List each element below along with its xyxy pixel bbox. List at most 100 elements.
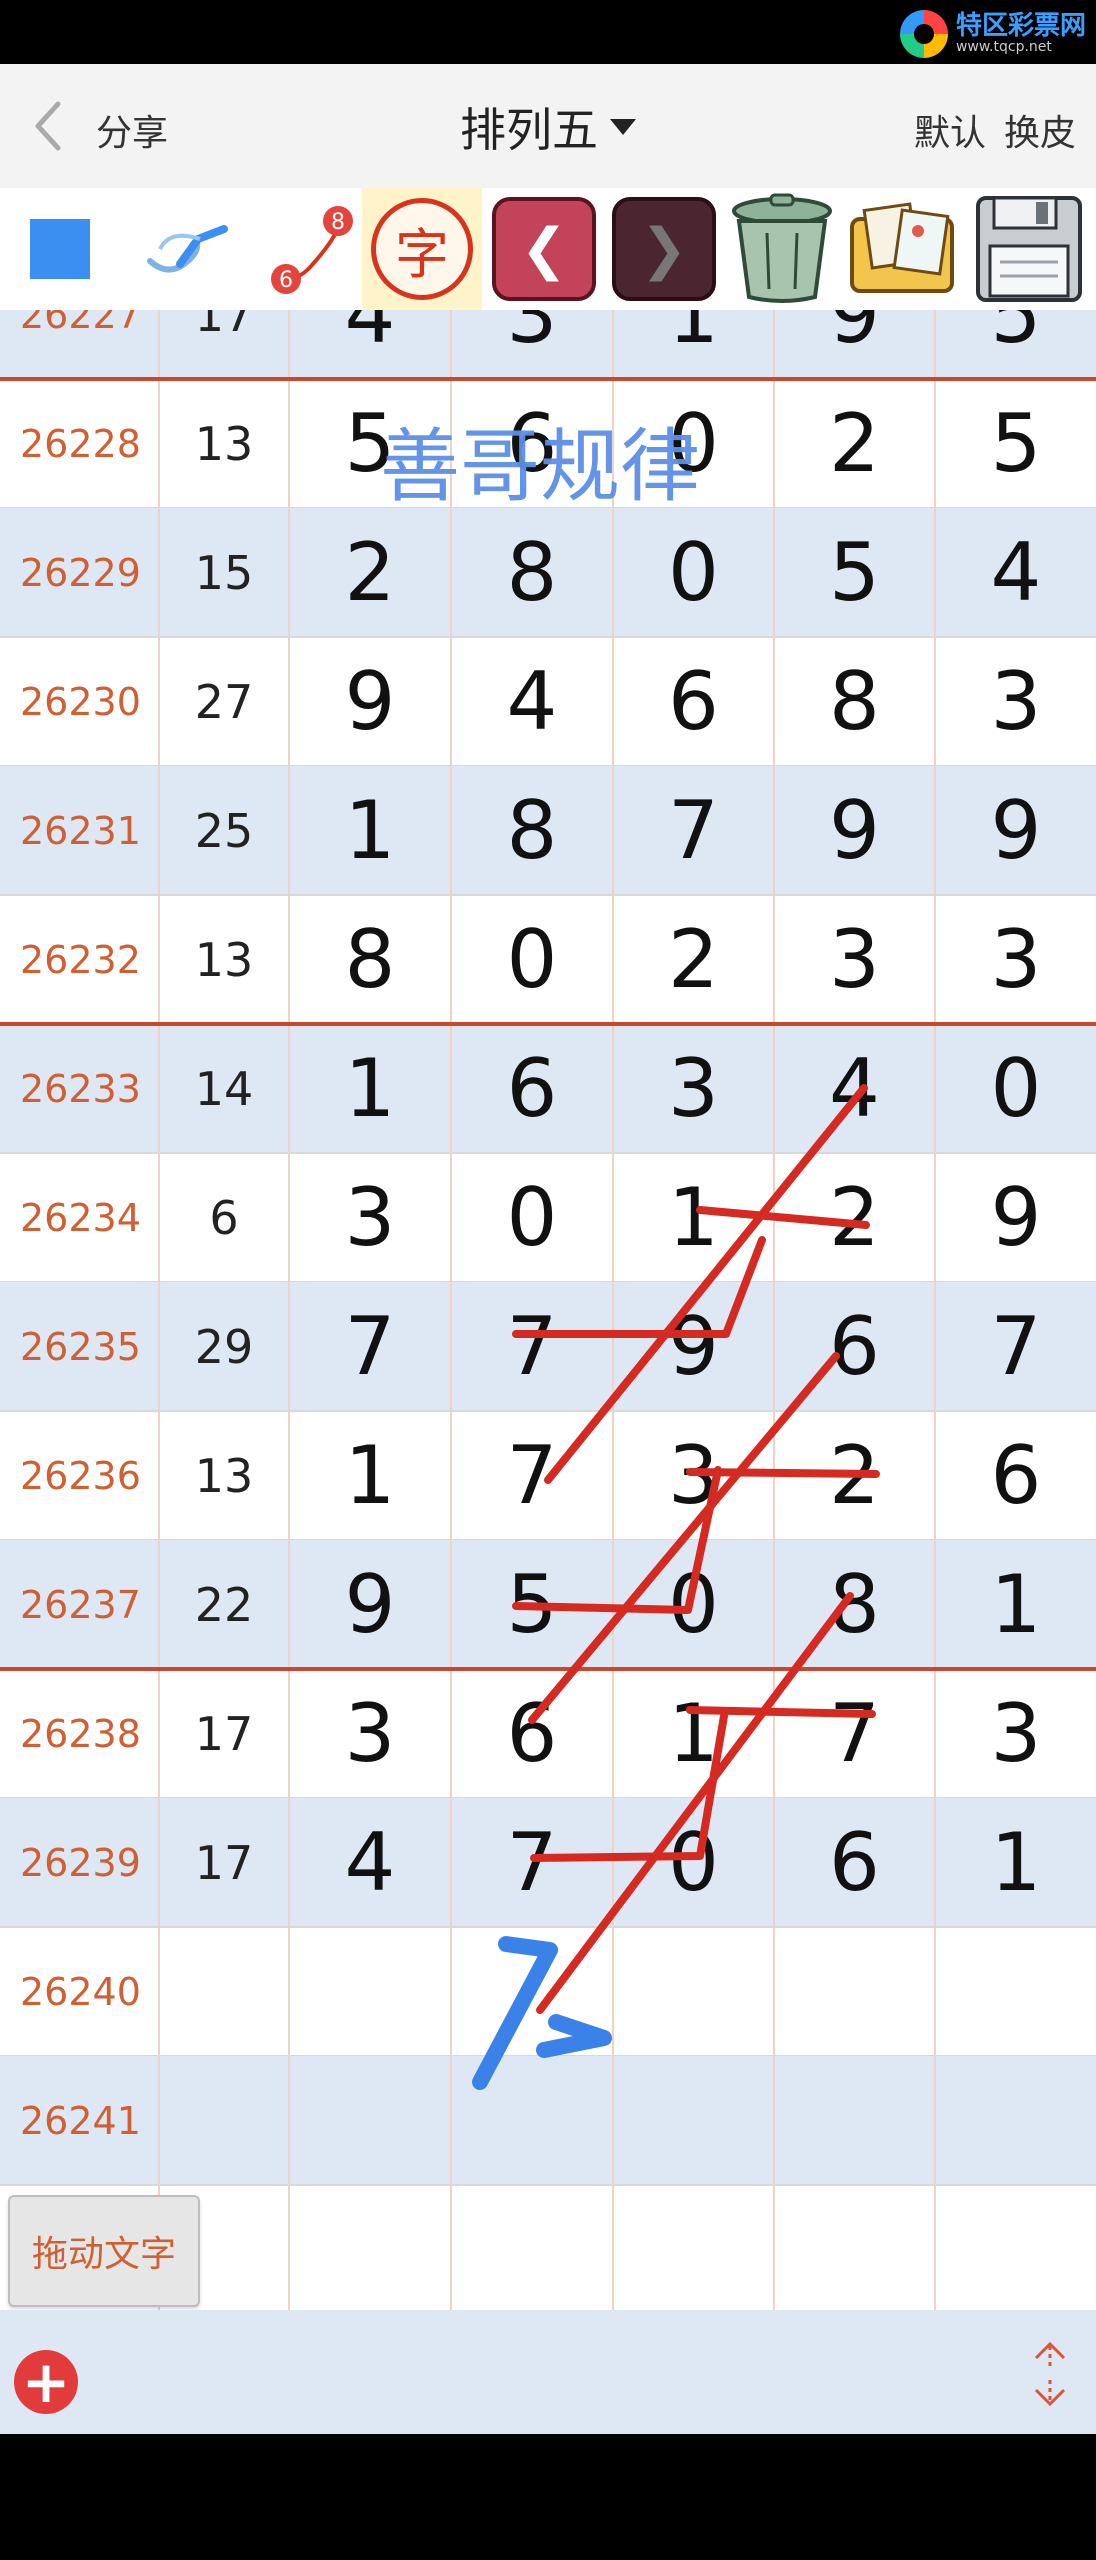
digit-cell-position-2[interactable]	[452, 2056, 614, 2185]
digit-cell-position-1[interactable]	[290, 2056, 452, 2185]
digit-cell-position-5[interactable]: 3	[936, 637, 1096, 766]
digit-cell-position-1[interactable]: 1	[290, 766, 452, 895]
digit-cell-position-4[interactable]: 4	[775, 1024, 936, 1153]
digit-cell-position-5[interactable]: 6	[936, 1411, 1096, 1540]
digit-cell-position-4[interactable]: 9	[775, 310, 936, 379]
digit-cell-position-3[interactable]: 1	[614, 1669, 775, 1798]
digit-cell-position-1[interactable]: 3	[290, 1669, 452, 1798]
digit-cell-position-4[interactable]: 2	[775, 1411, 936, 1540]
digit-cell-position-1[interactable]: 2	[290, 508, 452, 637]
digit-cell-position-1[interactable]: 4	[290, 310, 452, 379]
digit-sum-cell: 27	[160, 637, 290, 766]
digit-cell-position-3[interactable]: 6	[614, 637, 775, 766]
issue-number-cell: 26228	[0, 379, 160, 508]
digit-cell-position-1[interactable]: 1	[290, 1411, 452, 1540]
digit-cell-position-4[interactable]: 7	[775, 1669, 936, 1798]
digit-sum-cell	[160, 2056, 290, 2185]
digit-cell-position-5[interactable]: 3	[936, 1669, 1096, 1798]
digit-cell-position-4[interactable]: 6	[775, 1282, 936, 1411]
digit-cell-position-2[interactable]	[452, 2185, 614, 2310]
digit-cell-position-1[interactable]: 4	[290, 1798, 452, 1927]
digit-cell-position-1[interactable]	[290, 1927, 452, 2056]
digit-cell-position-2[interactable]: 5	[452, 1540, 614, 1669]
drag-text-button[interactable]: 拖动文字	[8, 2195, 200, 2307]
digit-cell-position-3[interactable]: 3	[614, 1411, 775, 1540]
digit-cell-position-4[interactable]: 5	[775, 508, 936, 637]
digit-cell-position-2[interactable]	[452, 1927, 614, 2056]
digit-cell-position-3[interactable]: 3	[614, 1024, 775, 1153]
digit-cell-position-2[interactable]: 6	[452, 1669, 614, 1798]
digit-cell-position-4[interactable]	[775, 1927, 936, 2056]
digit-cell-position-4[interactable]: 6	[775, 1798, 936, 1927]
digit-cell-position-5[interactable]: 9	[936, 766, 1096, 895]
digit-cell-position-1[interactable]: 9	[290, 637, 452, 766]
digit-cell-position-4[interactable]: 2	[775, 1153, 936, 1282]
digit-cell-position-1[interactable]: 1	[290, 1024, 452, 1153]
digit-cell-position-5[interactable]: 5	[936, 379, 1096, 508]
digit-cell-position-1[interactable]: 8	[290, 895, 452, 1024]
digit-cell-position-5[interactable]: 4	[936, 508, 1096, 637]
digit-cell-position-4[interactable]: 9	[775, 766, 936, 895]
digit-cell-position-2[interactable]: 7	[452, 1411, 614, 1540]
digit-cell-position-3[interactable]: 1	[614, 1153, 775, 1282]
digit-cell-position-1[interactable]: 3	[290, 1153, 452, 1282]
digit-cell-position-5[interactable]	[936, 2185, 1096, 2310]
digit-cell-position-3[interactable]: 7	[614, 766, 775, 895]
digit-cell-position-1[interactable]: 7	[290, 1282, 452, 1411]
digit-cell-position-4[interactable]: 8	[775, 1540, 936, 1669]
digit-cell-position-3[interactable]: 0	[614, 508, 775, 637]
digit-cell-position-1[interactable]	[290, 2185, 452, 2310]
undo-button[interactable]: ❮	[484, 188, 604, 310]
color-picker-button[interactable]	[0, 188, 120, 310]
redo-arrow-icon: ❯	[612, 197, 716, 301]
digit-cell-position-3[interactable]: 9	[614, 1282, 775, 1411]
digit-cell-position-3[interactable]	[614, 2056, 775, 2185]
digit-cell-position-1[interactable]: 9	[290, 1540, 452, 1669]
digit-cell-position-5[interactable]: 3	[936, 895, 1096, 1024]
digit-cell-position-3[interactable]: 2	[614, 895, 775, 1024]
digit-cell-position-5[interactable]: 7	[936, 1282, 1096, 1411]
digit-cell-position-3[interactable]: 1	[614, 310, 775, 379]
digit-cell-position-2[interactable]: 6	[452, 1024, 614, 1153]
digit-cell-position-5[interactable]: 1	[936, 1540, 1096, 1669]
up-down-arrows-icon[interactable]	[1028, 2338, 1072, 2410]
change-skin-button[interactable]: 换皮	[1004, 104, 1076, 156]
digit-cell-position-2[interactable]: 8	[452, 766, 614, 895]
lottery-results-table[interactable]: 26227 17 4 3 1 9 5 26228 13 5 6 0 2 5 26229 15 2 8 0 5 4 2623…	[0, 310, 1096, 2310]
save-button[interactable]	[962, 188, 1096, 310]
digit-cell-position-5[interactable]: 0	[936, 1024, 1096, 1153]
digit-cell-position-3[interactable]	[614, 2185, 775, 2310]
digit-cell-position-3[interactable]: 0	[614, 1798, 775, 1927]
watermark-url: www.tqcp.net	[955, 39, 1052, 56]
digit-cell-position-4[interactable]: 2	[775, 379, 936, 508]
digit-cell-position-4[interactable]: 3	[775, 895, 936, 1024]
table-row: 26238 17 3 6 1 7 3	[0, 1669, 1096, 1798]
digit-cell-position-2[interactable]: 0	[452, 895, 614, 1024]
digit-cell-position-2[interactable]: 3	[452, 310, 614, 379]
digit-cell-position-5[interactable]	[936, 1927, 1096, 2056]
digit-sum-cell: 17	[160, 310, 290, 379]
clear-button[interactable]	[722, 188, 842, 310]
digit-cell-position-5[interactable]: 1	[936, 1798, 1096, 1927]
digit-cell-position-5[interactable]	[936, 2056, 1096, 2185]
digit-cell-position-4[interactable]	[775, 2185, 936, 2310]
digit-cell-position-2[interactable]: 7	[452, 1282, 614, 1411]
gallery-button[interactable]	[842, 188, 962, 310]
digit-cell-position-3[interactable]: 0	[614, 1540, 775, 1669]
redo-button[interactable]: ❯	[604, 188, 724, 310]
text-tool-button[interactable]: 字	[362, 188, 482, 310]
overlay-annotation-text[interactable]: 善哥规律	[380, 402, 700, 518]
digit-cell-position-3[interactable]	[614, 1927, 775, 2056]
digit-cell-position-5[interactable]: 5	[936, 310, 1096, 379]
pen-tool-button[interactable]	[130, 188, 250, 310]
digit-cell-position-2[interactable]: 8	[452, 508, 614, 637]
digit-cell-position-2[interactable]: 0	[452, 1153, 614, 1282]
digit-cell-position-5[interactable]: 9	[936, 1153, 1096, 1282]
plus-circle-icon[interactable]: +	[14, 2350, 78, 2414]
digit-cell-position-4[interactable]: 8	[775, 637, 936, 766]
default-button[interactable]: 默认	[914, 104, 986, 156]
digit-cell-position-4[interactable]	[775, 2056, 936, 2185]
line-tool-button[interactable]: 8 6	[250, 188, 370, 310]
digit-cell-position-2[interactable]: 4	[452, 637, 614, 766]
digit-cell-position-2[interactable]: 7	[452, 1798, 614, 1927]
